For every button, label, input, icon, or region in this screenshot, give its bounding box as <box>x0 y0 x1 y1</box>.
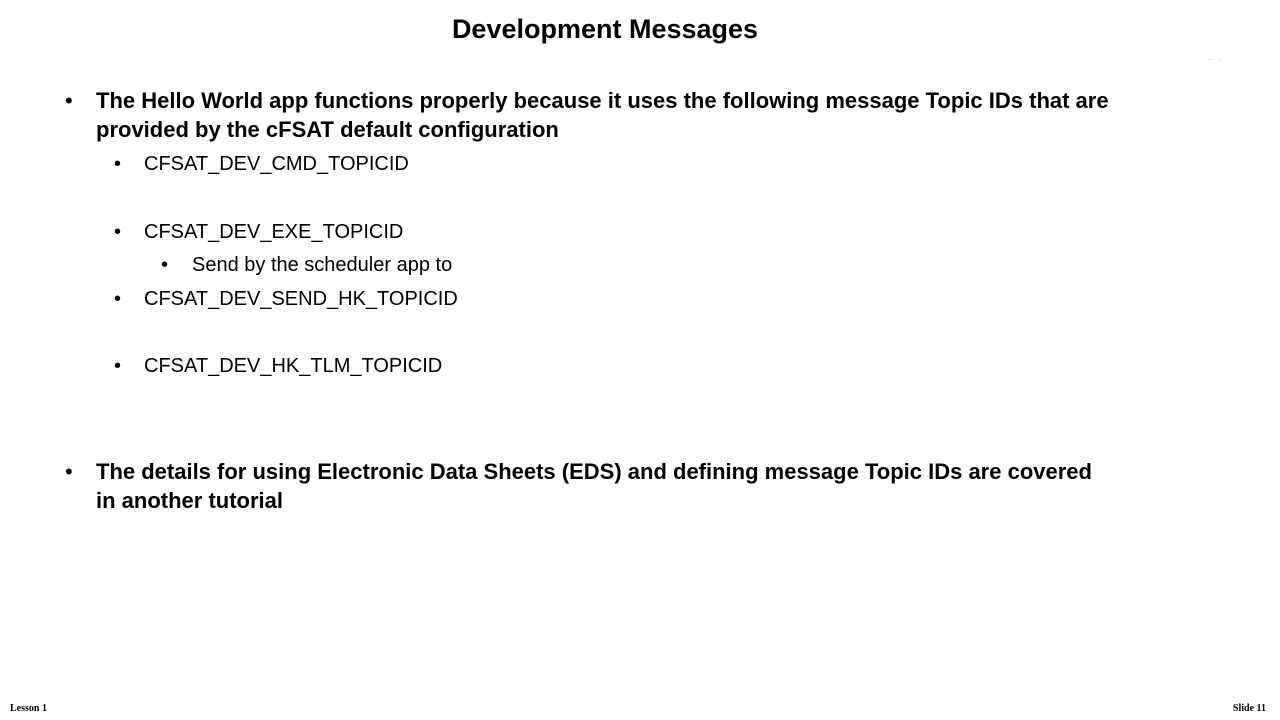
corner-mark: ‥ ․ <box>1207 52 1222 62</box>
bullet-text: The Hello World app functions properly b… <box>96 88 1109 142</box>
bullet-text: CFSAT_DEV_CMD_TOPICID <box>144 153 409 175</box>
bullet-text: CFSAT_DEV_HK_TLM_TOPICID <box>144 355 443 377</box>
bullet-text: CFSAT_DEV_EXE_TOPICID <box>144 221 404 243</box>
bullet-dot: • <box>65 88 73 113</box>
bullet-dot: • <box>161 254 169 276</box>
bullet-text: CFSAT_DEV_SEND_HK_TOPICID <box>144 288 458 310</box>
footer-slide-number: Slide 11 <box>1232 703 1266 714</box>
bullet-dot: • <box>114 355 122 377</box>
bullet-dot: • <box>114 153 122 175</box>
bullet-text: The details for using Electronic Data Sh… <box>96 459 1092 513</box>
bullet-dot: • <box>114 221 122 243</box>
page-title: Development Messages <box>451 14 759 44</box>
bullet-2: • The details for using Electronic Data … <box>65 457 1175 517</box>
bullet-1: • The Hello World app functions properly… <box>65 86 1175 146</box>
bullet-text: Send by the scheduler app to <box>192 254 453 276</box>
bullet-dot: • <box>114 288 122 310</box>
footer-lesson: Lesson 1 <box>10 703 47 714</box>
bullet-dot: • <box>65 459 73 484</box>
